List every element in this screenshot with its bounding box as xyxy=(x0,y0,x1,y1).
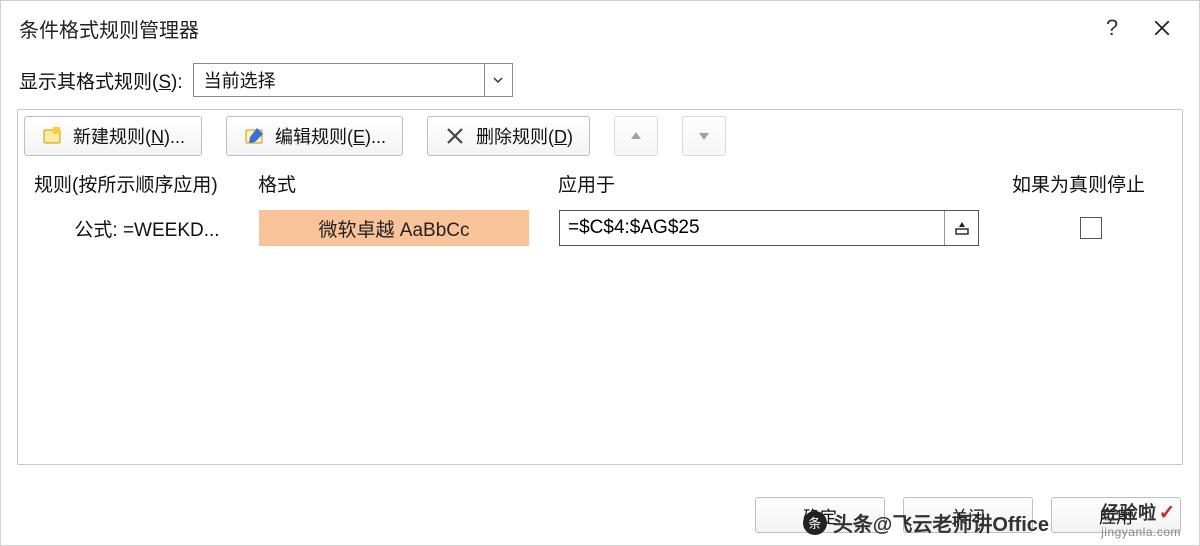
rules-grid-header: 规则(按所示顺序应用) 格式 应用于 如果为真则停止 xyxy=(18,162,1182,204)
dialog-footer: 确定 关闭 应用 xyxy=(755,497,1181,533)
toolbar-area: 新建规则(N)... 编辑规则(E)... 删除规则(D) xyxy=(17,109,1183,465)
column-stop-if-true: 如果为真则停止 xyxy=(1012,170,1172,197)
help-icon: ? xyxy=(1106,15,1118,41)
delete-rule-button[interactable]: 删除规则(D) xyxy=(427,116,590,156)
chevron-down-icon xyxy=(697,129,711,143)
rule-row[interactable]: 公式: =WEEKD... 微软卓越 AaBbCc xyxy=(19,205,1181,251)
new-rule-icon xyxy=(41,125,63,147)
chevron-down-icon xyxy=(484,64,512,96)
edit-rule-button[interactable]: 编辑规则(E)... xyxy=(226,116,403,156)
stop-if-true-checkbox[interactable] xyxy=(1080,217,1102,239)
scope-label: 显示其格式规则(S): xyxy=(19,67,183,94)
delete-rule-icon xyxy=(444,125,466,147)
range-picker-button[interactable] xyxy=(944,211,978,245)
apply-button[interactable]: 应用 xyxy=(1051,497,1181,533)
chevron-up-icon xyxy=(629,129,643,143)
ok-button[interactable]: 确定 xyxy=(755,497,885,533)
scope-select-value: 当前选择 xyxy=(204,67,276,93)
applies-to-field[interactable] xyxy=(559,210,979,246)
close-icon xyxy=(1153,19,1171,37)
collapse-dialog-icon xyxy=(954,220,970,236)
scope-select[interactable]: 当前选择 xyxy=(193,63,513,97)
column-rule: 规则(按所示顺序应用) xyxy=(28,170,258,197)
new-rule-button[interactable]: 新建规则(N)... xyxy=(24,116,202,156)
titlebar: 条件格式规则管理器 ? xyxy=(1,1,1199,55)
scope-row: 显示其格式规则(S): 当前选择 xyxy=(1,55,1199,109)
move-up-button[interactable] xyxy=(614,116,658,156)
toolbar: 新建规则(N)... 编辑规则(E)... 删除规则(D) xyxy=(18,110,1182,162)
edit-rule-icon xyxy=(243,125,265,147)
rule-name: 公式: =WEEKD... xyxy=(29,215,259,242)
rules-list: 公式: =WEEKD... 微软卓越 AaBbCc xyxy=(18,204,1182,464)
format-preview: 微软卓越 AaBbCc xyxy=(259,210,529,246)
dialog-title: 条件格式规则管理器 xyxy=(19,14,199,43)
applies-to-input[interactable] xyxy=(560,211,944,245)
help-button[interactable]: ? xyxy=(1087,1,1137,55)
conditional-formatting-rules-manager: 条件格式规则管理器 ? 显示其格式规则(S): 当前选择 xyxy=(0,0,1200,546)
column-format: 格式 xyxy=(258,170,558,197)
move-down-button[interactable] xyxy=(682,116,726,156)
column-applies-to: 应用于 xyxy=(558,170,1012,197)
close-button[interactable] xyxy=(1137,1,1187,55)
close-dialog-button[interactable]: 关闭 xyxy=(903,497,1033,533)
